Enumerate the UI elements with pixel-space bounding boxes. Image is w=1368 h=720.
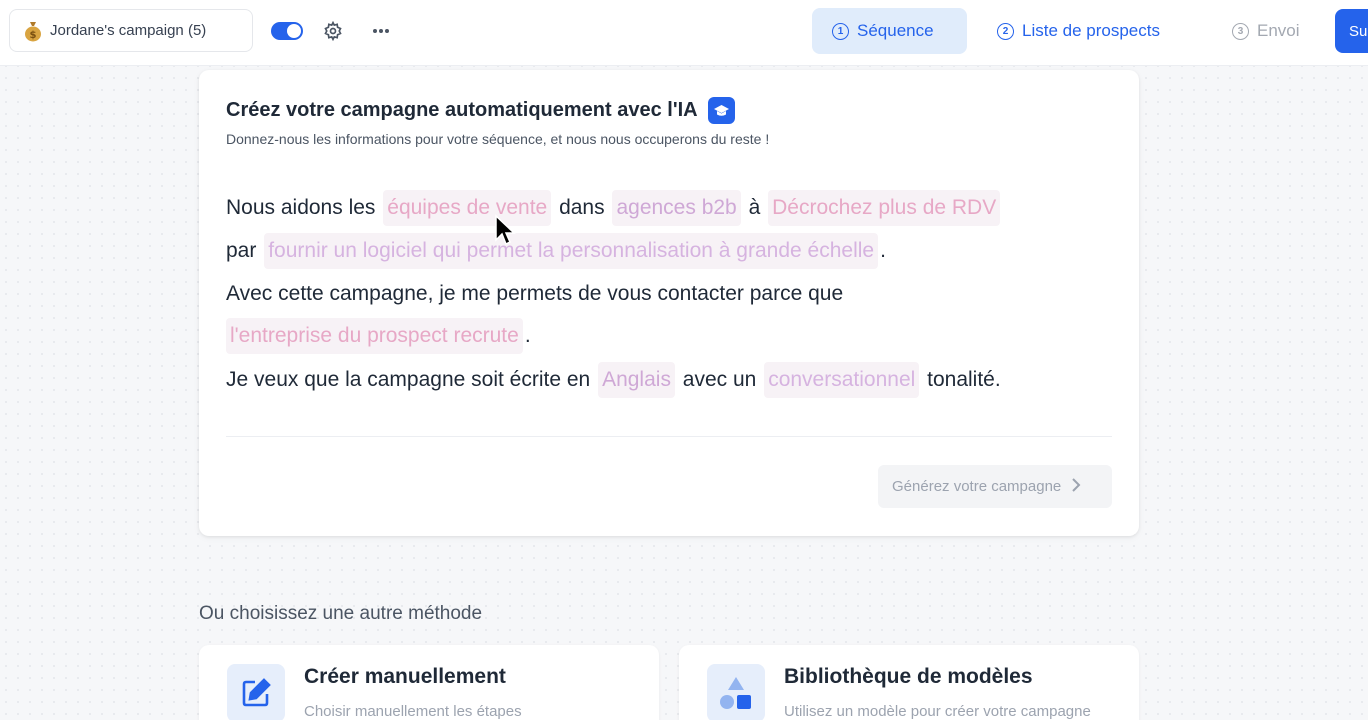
step-number: 2 [997, 22, 1014, 40]
money-bag-icon: $ [24, 20, 42, 42]
campaign-selector[interactable]: $ Jordane's campaign (5) [9, 9, 253, 52]
step-number: 1 [832, 22, 849, 40]
top-bar: $ Jordane's campaign (5) 1 Séquence 2 Li… [0, 0, 1368, 66]
sentence-text: tonalité. [927, 368, 1001, 391]
sentence-text: dans [559, 196, 605, 219]
sentence-text: . [524, 324, 531, 347]
step-number: 3 [1232, 22, 1249, 40]
edit-icon [227, 664, 285, 720]
step-tab-prospects[interactable]: 2 Liste de prospects [977, 8, 1180, 54]
sentence-text: . [880, 239, 886, 262]
chevron-right-icon [1071, 477, 1081, 497]
card-subtitle: Donnez-nous les informations pour votre … [226, 131, 770, 147]
target-input[interactable]: équipes de vente [383, 190, 552, 226]
next-button[interactable]: Su [1335, 9, 1368, 53]
alternatives-title: Ou choisissez une autre méthode [199, 603, 483, 624]
reason-input[interactable]: l'entreprise du prospect recrute [226, 318, 523, 354]
sentence-line-2: par fournir un logiciel qui permet la pe… [226, 233, 1116, 269]
industry-input[interactable]: agences b2b [612, 190, 741, 226]
method-manual-card[interactable]: Créer manuellement Choisir manuellement … [199, 645, 659, 720]
campaign-name: Jordane's campaign (5) [50, 22, 207, 39]
step-label: Liste de prospects [1022, 21, 1160, 40]
sentence-text: par [226, 239, 257, 262]
step-label: Séquence [857, 21, 934, 40]
toggle-knob [287, 24, 301, 38]
method-description: Choisir manuellement les étapes [304, 703, 522, 720]
sentence-text: Avec cette campagne, je me permets de vo… [226, 282, 844, 305]
svg-text:$: $ [30, 30, 37, 41]
settings-gear-icon[interactable] [322, 20, 344, 42]
method-input[interactable]: fournir un logiciel qui permet la person… [264, 233, 879, 269]
generate-campaign-button[interactable]: Générez votre campagne [878, 465, 1112, 508]
card-title-text: Créez votre campagne automatiquement ave… [226, 99, 698, 121]
step-label: Envoi [1257, 21, 1300, 40]
sentence-line-5: Je veux que la campagne soit écrite en A… [226, 362, 1116, 398]
method-title: Créer manuellement [304, 665, 506, 688]
card-title: Créez votre campagne automatiquement ave… [226, 97, 735, 124]
graduation-cap-icon [707, 97, 735, 124]
step-tab-sequence[interactable]: 1 Séquence [812, 8, 967, 54]
sentence-text: avec un [682, 368, 757, 391]
sentence-line-1: Nous aidons les équipes de vente dans ag… [226, 190, 1116, 226]
tone-input[interactable]: conversationnel [764, 362, 920, 398]
more-options-icon[interactable] [370, 20, 392, 42]
method-templates-card[interactable]: Bibliothèque de modèles Utilisez un modè… [679, 645, 1139, 720]
card-divider [226, 436, 1112, 437]
sentence-text: à [748, 196, 761, 219]
sentence-line-3: Avec cette campagne, je me permets de vo… [226, 276, 1116, 312]
language-input[interactable]: Anglais [598, 362, 675, 398]
method-title: Bibliothèque de modèles [784, 665, 1033, 688]
sentence-line-4: l'entreprise du prospect recrute. [226, 318, 1116, 354]
sentence-text: Nous aidons les [226, 196, 376, 219]
mouse-pointer-icon [494, 214, 516, 248]
goal-input[interactable]: Décrochez plus de RDV [768, 190, 1001, 226]
next-button-label: Su [1349, 22, 1368, 40]
step-tab-send[interactable]: 3 Envoi [1212, 8, 1320, 54]
generate-button-label: Générez votre campagne [892, 478, 1062, 495]
ai-campaign-card: Créez votre campagne automatiquement ave… [199, 70, 1139, 536]
shapes-icon [707, 664, 765, 720]
sentence-text: Je veux que la campagne soit écrite en [226, 368, 591, 391]
method-description: Utilisez un modèle pour créer votre camp… [784, 703, 1091, 720]
campaign-active-toggle[interactable] [271, 22, 303, 40]
